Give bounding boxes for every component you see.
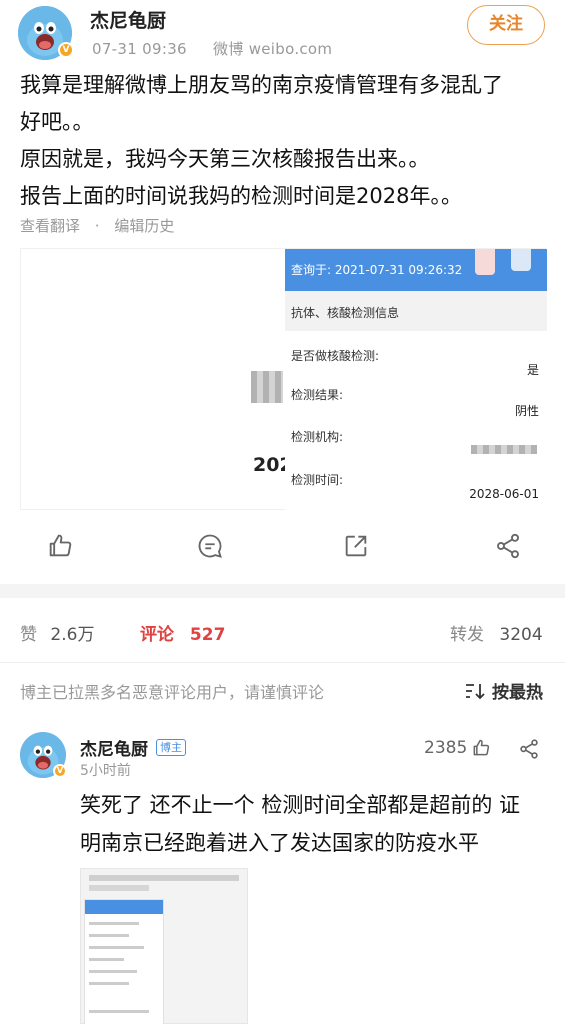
post-timestamp: 07-31 09:36 — [92, 40, 187, 58]
sort-icon — [464, 682, 486, 700]
post-text-line: 好吧。。 — [20, 110, 94, 134]
comment-like-count: 2385 — [424, 738, 468, 758]
post-text-line: 原因就是，我妈今天第三次核酸报告出来。。 — [20, 147, 430, 171]
thumb-caption-blur — [89, 875, 239, 881]
verified-badge-icon: V — [58, 42, 74, 58]
reposts-label: 转发 — [450, 625, 484, 645]
blurred-region — [251, 371, 283, 403]
report-row-value: 阴性 — [514, 404, 539, 418]
verified-badge-icon: V — [53, 764, 67, 778]
blurred-institution — [471, 445, 537, 454]
share-nodes-icon[interactable] — [494, 532, 522, 560]
likes-tab[interactable]: 赞 2.6万 — [20, 620, 94, 645]
thumbs-up-icon[interactable] — [46, 532, 74, 560]
report-row-label: 是否做核酸检测: — [291, 349, 380, 363]
share-icon[interactable] — [342, 532, 370, 560]
report-panel: 查询于: 2021-07-31 09:26:32 抗体、核酸检测信息 是否做核酸… — [285, 249, 547, 511]
edit-history-link[interactable]: 编辑历史 — [114, 217, 174, 235]
sort-button[interactable]: 按最热 — [464, 678, 543, 703]
report-row-value: 是 — [526, 363, 539, 377]
share-nodes-icon[interactable] — [518, 738, 540, 760]
thumb-screenshot — [84, 899, 164, 1024]
report-illustration — [475, 249, 495, 275]
post-sub-links: 查看翻译 · 编辑历史 — [20, 215, 174, 236]
comment-icon[interactable] — [196, 532, 224, 560]
report-row-label: 检测机构: — [291, 430, 344, 444]
report-row-label: 检测时间: — [291, 473, 344, 487]
report-section-title: 抗体、核酸检测信息 — [285, 291, 547, 331]
likes-label: 赞 — [20, 625, 37, 645]
thumb-caption-blur — [89, 885, 149, 891]
translate-link[interactable]: 查看翻译 — [20, 217, 80, 235]
post-author-name[interactable]: 杰尼龟厨 — [90, 6, 166, 33]
comment-header: 杰尼龟厨 博主 — [80, 735, 186, 760]
comments-count: 527 — [189, 625, 226, 645]
report-row-label: 检测结果: — [291, 388, 344, 402]
post-source: 微博 weibo.com — [213, 40, 333, 58]
reposts-tab[interactable]: 转发 3204 — [450, 620, 543, 645]
comment-like-button[interactable]: 2385 — [424, 738, 491, 758]
post-text: 我算是理解微博上朋友骂的南京疫情管理有多混乱了 好吧。。 原因就是，我妈今天第三… — [20, 67, 550, 215]
reposts-count: 3204 — [499, 625, 543, 645]
section-divider — [0, 584, 565, 598]
sort-label: 按最热 — [492, 683, 543, 703]
comment-text-line: 笑死了 还不止一个 检测时间全部都是超前的 证 — [80, 793, 521, 817]
report-header: 查询于: 2021-07-31 09:26:32 — [285, 249, 547, 291]
post-text-line: 报告上面的时间说我妈的检测时间是2028年。。 — [20, 184, 462, 208]
comment-text-line: 明南京已经跑着进入了发达国家的防疫水平 — [80, 831, 479, 855]
thumbs-up-icon — [471, 738, 491, 758]
comment-time: 5小时前 — [80, 763, 131, 779]
report-illustration — [511, 249, 531, 271]
post-meta: 07-31 09:36 微博 weibo.com — [92, 38, 332, 59]
partial-year-text: 202 — [253, 454, 287, 476]
stats-divider — [0, 662, 565, 663]
likes-count: 2.6万 — [50, 625, 95, 645]
comment-image[interactable] — [80, 868, 248, 1024]
author-badge: 博主 — [156, 739, 186, 756]
follow-button[interactable]: 关注 — [467, 5, 545, 45]
separator: · — [94, 217, 100, 235]
comment-notice: 博主已拉黑多名恶意评论用户，请谨慎评论 — [20, 683, 325, 702]
post-image[interactable]: 202 查询于: 2021-07-31 09:26:32 抗体、核酸检测信息 是… — [20, 248, 547, 511]
post-text-line: 我算是理解微博上朋友骂的南京疫情管理有多混乱了 — [20, 73, 503, 97]
report-query-time: 查询于: 2021-07-31 09:26:32 — [291, 263, 463, 277]
comments-tab[interactable]: 评论 527 — [140, 620, 225, 645]
comment-author[interactable]: 杰尼龟厨 — [80, 735, 148, 760]
comments-label: 评论 — [140, 625, 174, 645]
report-row-value: 2028-06-01 — [469, 487, 539, 501]
comment-text: 笑死了 还不止一个 检测时间全部都是超前的 证 明南京已经跑着进入了发达国家的防… — [80, 786, 555, 862]
